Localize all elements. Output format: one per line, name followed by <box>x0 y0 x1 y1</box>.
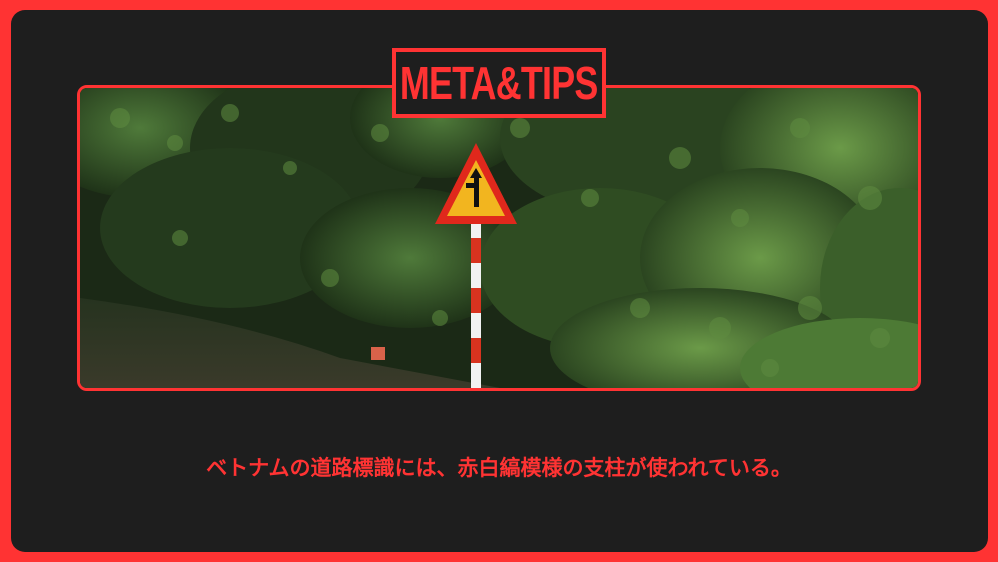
small-marker <box>371 347 385 360</box>
outer-frame: META&TIPS ベトナムの道路標識には、赤白縞模様の支柱が使われている。 <box>0 0 998 562</box>
brand-title: META&TIPS <box>400 57 598 109</box>
caption-text: ベトナムの道路標識には、赤白縞模様の支柱が使われている。 <box>206 456 792 480</box>
roadside-photo <box>77 85 921 391</box>
striped-post-icon <box>471 218 481 388</box>
photo-scene <box>80 88 918 388</box>
brand-logo-box: META&TIPS <box>392 48 606 118</box>
